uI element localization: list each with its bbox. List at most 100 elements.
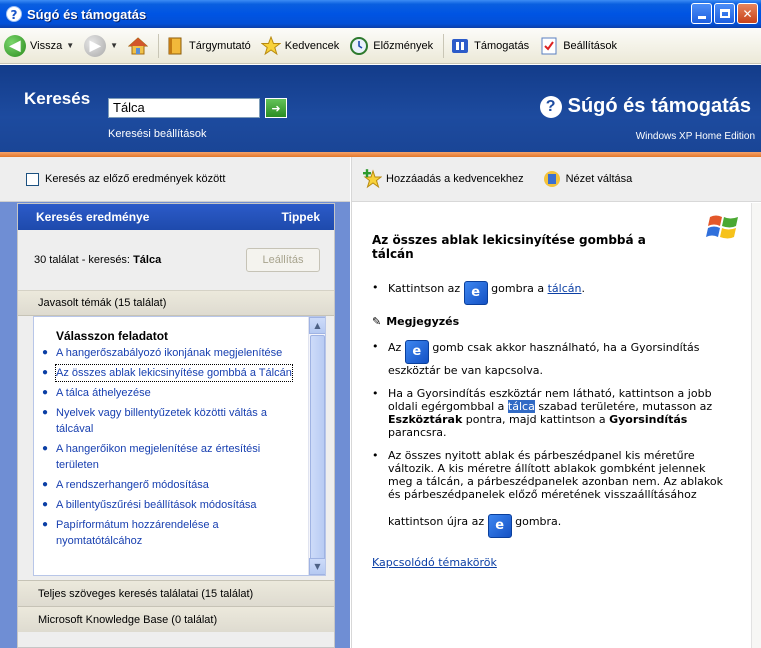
scroll-down-button[interactable]: ▼ — [309, 558, 325, 575]
note1-prefix: Az — [388, 341, 402, 354]
topic-link: Az összes ablak lekicsinyítése gombbá a … — [55, 364, 293, 382]
support-button[interactable]: Támogatás — [450, 36, 529, 56]
note2-c: pontra, majd kattintson a — [465, 413, 606, 426]
note-3: • Az összes nyitott ablak és párbeszédpa… — [372, 449, 732, 538]
forward-dropdown-icon[interactable]: ▼ — [110, 41, 118, 50]
bullet-icon: ● — [42, 367, 49, 378]
suggested-topics-header[interactable]: Javasolt témák (15 találat) — [18, 290, 334, 316]
related-topics-row: Kapcsolódó témakörök — [372, 556, 732, 569]
bullet-icon: ● — [42, 519, 49, 530]
index-label: Tárgymutató — [189, 39, 251, 52]
back-button[interactable]: ◀ Vissza ▼ — [4, 34, 74, 57]
article-content: Az összes ablak lekicsinyítése gombbá a … — [352, 203, 752, 648]
note2-b: szabad területére, mutasson az — [538, 400, 713, 413]
stop-button[interactable]: Leállítás — [246, 248, 320, 272]
quick-launch-term: Gyorsindítás — [609, 413, 688, 426]
scroll-thumb[interactable] — [310, 335, 325, 560]
home-button[interactable] — [128, 36, 149, 56]
close-button[interactable]: ✕ — [737, 3, 758, 24]
taskbar-link[interactable]: tálcán — [548, 282, 582, 295]
list-item[interactable]: ● A hangerőszabályozó ikonjának megjelení… — [42, 345, 304, 361]
main-toolbar: ◀ Vissza ▼ ▶ ▼ Tárgymutató Kedvencek Elő… — [0, 28, 761, 64]
search-header: Keresés Tálca ➜ Keresési beállítások ? S… — [0, 65, 761, 152]
results-header-title: Keresés eredménye — [36, 210, 150, 224]
add-favorites-button[interactable]: Hozzáadás a kedvencekhez — [362, 169, 524, 189]
toolbars-term: Eszköztárak — [388, 413, 463, 426]
chevron-up-icon: ▲ — [314, 321, 321, 330]
content-scrollbar[interactable] — [751, 203, 761, 648]
topic-list-content: Válasszon feladatot ● A hangerőszabályozó… — [34, 317, 308, 553]
note-2: • Ha a Gyorsindítás eszköztár nem láthat… — [372, 387, 732, 439]
search-previous-checkbox[interactable] — [26, 172, 39, 186]
note3-a: Az összes nyitott ablak és párbeszédpane… — [388, 449, 723, 501]
list-item[interactable]: ● A hangerőikon megjelenítése az értesíté… — [42, 441, 304, 473]
topic-link: A hangerőikon megjelenítése az értesítés… — [56, 443, 261, 471]
bullet-icon: • — [372, 449, 379, 462]
forward-arrow-icon: ▶ — [84, 34, 107, 57]
content-toolbar: Hozzáadás a kedvencekhez Nézet váltása — [352, 157, 761, 202]
maximize-button[interactable] — [714, 3, 735, 24]
related-topics-link[interactable]: Kapcsolódó témakörök — [372, 556, 497, 569]
minimize-button[interactable] — [691, 3, 712, 24]
list-item[interactable]: ● Nyelvek vagy billentyűzetek közötti vál… — [42, 405, 304, 437]
change-view-button[interactable]: Nézet váltása — [542, 169, 633, 189]
favorites-button[interactable]: Kedvencek — [260, 35, 340, 56]
brand-title-text: Súgó és támogatás — [567, 95, 751, 117]
history-button[interactable]: Előzmények — [349, 36, 433, 56]
note1-suffix: gomb csak akkor használható, ha a Gyorsi… — [388, 341, 700, 377]
list-item[interactable]: ● A billentyűszűrési beállítások módosítá… — [42, 497, 304, 513]
bullet-icon: • — [372, 387, 379, 400]
list-item[interactable]: ● A tálca áthelyezése — [42, 385, 304, 401]
fulltext-results-header[interactable]: Teljes szöveges keresés találatai (15 ta… — [18, 580, 334, 606]
bullet-icon: ● — [42, 499, 49, 510]
results-header: Keresés eredménye Tippek — [18, 204, 334, 230]
change-view-label: Nézet váltása — [565, 173, 633, 185]
edition-label: Windows XP Home Edition — [635, 131, 755, 142]
toolbar-separator — [158, 33, 160, 58]
tips-link[interactable]: Tippek — [282, 210, 320, 224]
help-icon: ? — [539, 95, 562, 118]
topic-link: Nyelvek vagy billentyűzetek közötti vált… — [56, 407, 267, 435]
step1-suffix: . — [581, 282, 585, 295]
article-title: Az összes ablak lekicsinyítése gombbá a … — [372, 233, 646, 261]
list-item[interactable]: ● Papírformátum hozzárendelése a nyomtató… — [42, 517, 304, 549]
count-prefix: 30 találat - keresés: — [34, 254, 130, 266]
kb-results-header[interactable]: Microsoft Knowledge Base (0 találat) — [18, 606, 334, 632]
back-dropdown-icon[interactable]: ▼ — [66, 41, 74, 50]
note-3-text: Az összes nyitott ablak és párbeszédpane… — [388, 449, 732, 538]
index-button[interactable]: Tárgymutató — [165, 36, 251, 56]
favorites-label: Kedvencek — [284, 39, 340, 52]
list-item[interactable]: ● A rendszerhangerő módosítása — [42, 477, 304, 493]
note2-d: parancsra. — [388, 426, 447, 439]
note-1: • Az e gomb csak akkor használható, ha a… — [372, 340, 732, 377]
options-button[interactable]: Beállítások — [539, 36, 617, 56]
search-options-link[interactable]: Keresési beállítások — [108, 128, 206, 140]
window-title: Súgó és támogatás — [27, 6, 147, 22]
arrow-right-icon: ➜ — [271, 101, 281, 115]
search-input[interactable]: Tálca — [108, 98, 260, 118]
history-label: Előzmények — [373, 39, 434, 52]
windows-logo-icon — [706, 215, 738, 239]
note3-b: kattintson újra az — [388, 515, 485, 528]
list-item[interactable]: ● Az összes ablak lekicsinyítése gombbá a… — [42, 364, 304, 382]
support-icon — [452, 38, 469, 53]
topic-list-scrollbar[interactable]: ▲ ▼ — [308, 317, 325, 575]
left-panel: Keresés az előző eredmények között Keres… — [0, 157, 350, 648]
history-icon — [350, 36, 369, 55]
step-1-text: Kattintson az e gombra a tálcán. — [388, 281, 585, 305]
results-count-row: 30 találat - keresés: Tálca Leállítás — [18, 230, 334, 290]
topic-link: A rendszerhangerő módosítása — [56, 479, 209, 491]
show-desktop-icon: e — [463, 281, 488, 305]
add-star-icon — [363, 169, 382, 189]
topic-link: Papírformátum hozzárendelése a nyomtatót… — [56, 519, 219, 547]
bullet-icon: ● — [42, 347, 49, 358]
bullet-icon: ● — [42, 407, 49, 418]
content-panel: Hozzáadás a kedvencekhez Nézet váltása A… — [351, 157, 761, 648]
forward-button[interactable]: ▶ ▼ — [84, 34, 118, 57]
scroll-up-button[interactable]: ▲ — [309, 317, 325, 334]
search-label: Keresés — [24, 89, 91, 108]
minimize-icon — [697, 16, 706, 19]
search-go-button[interactable]: ➜ — [265, 98, 287, 118]
title-bar: ? Súgó és támogatás ✕ — [0, 0, 761, 28]
step1-mid: gombra a — [491, 282, 545, 295]
